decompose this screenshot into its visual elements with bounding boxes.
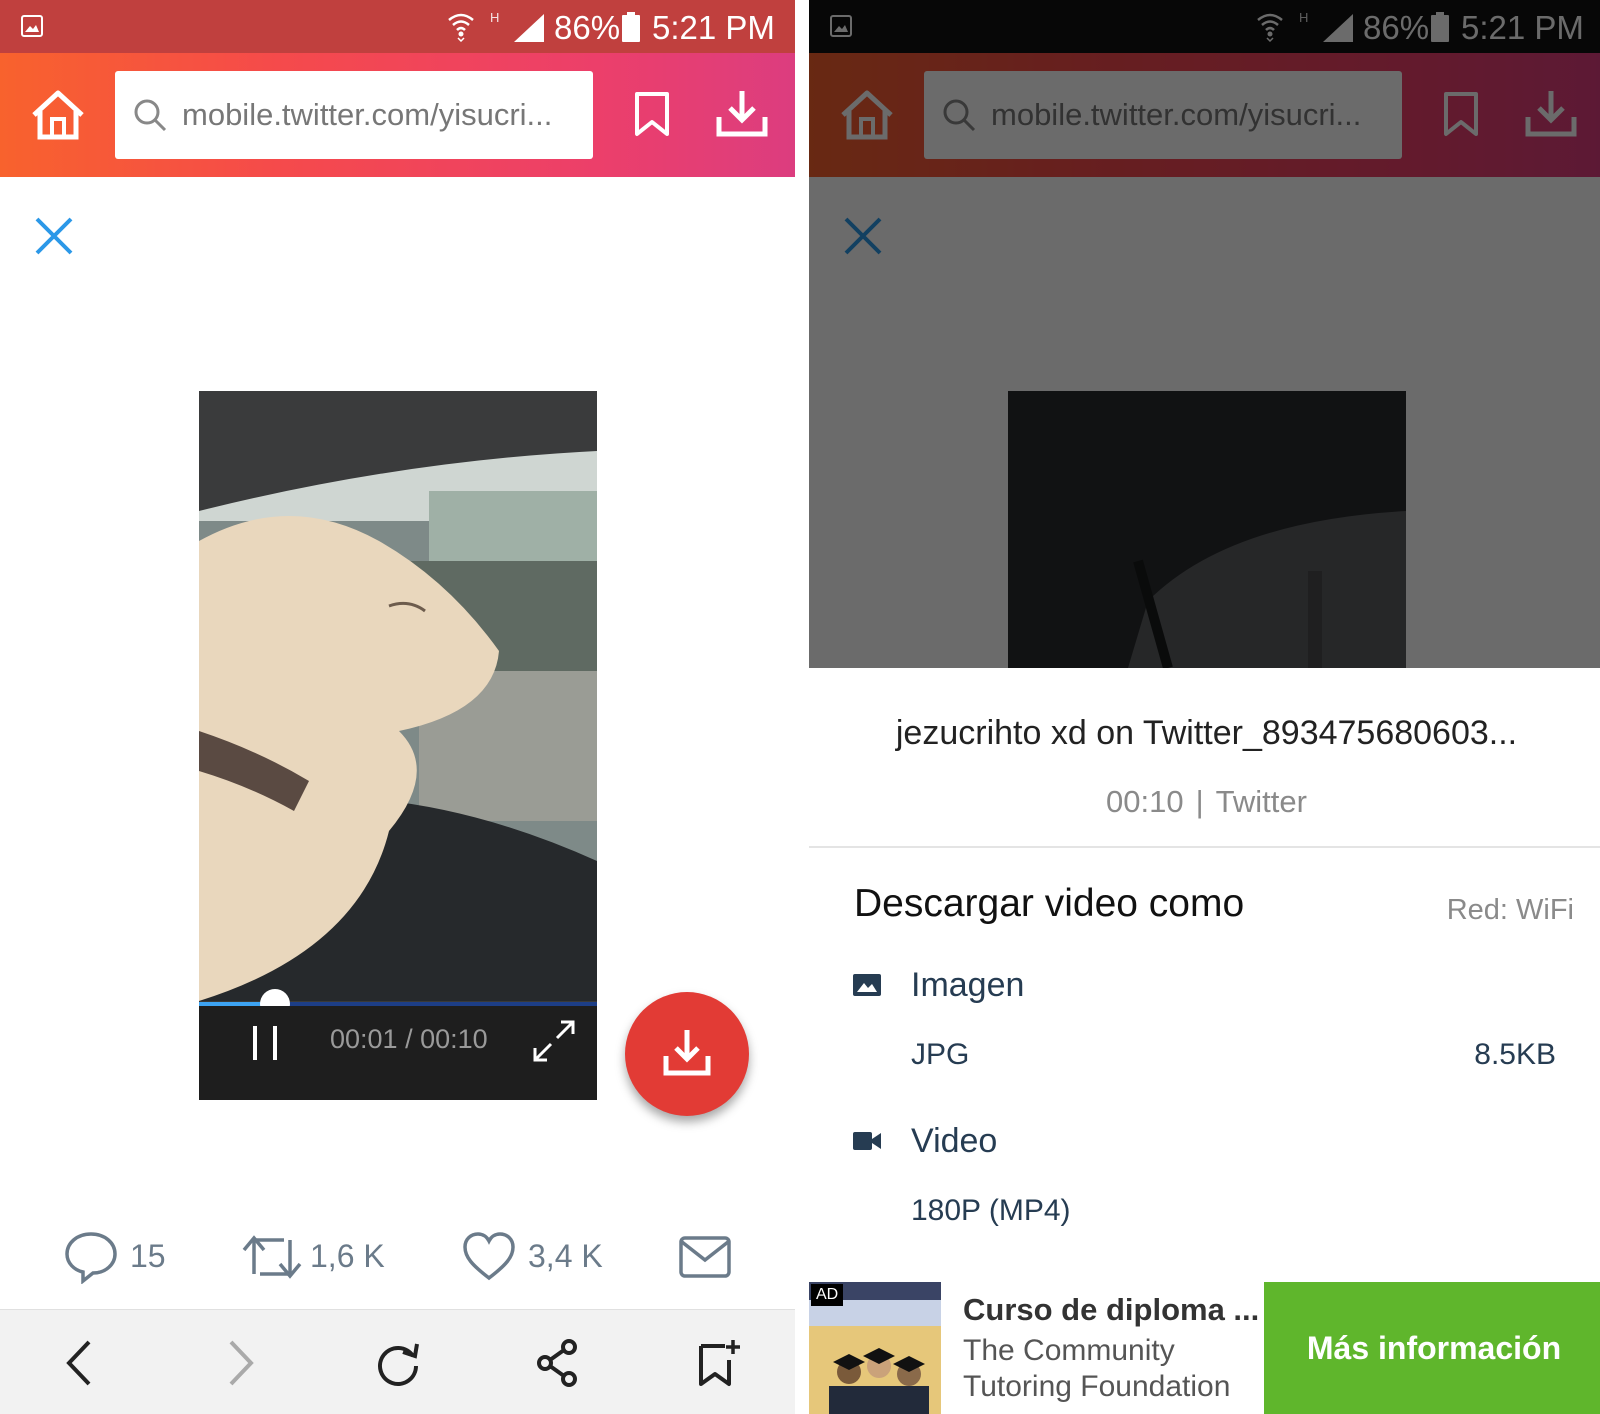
browser-bottom-nav (0, 1309, 795, 1414)
video-controls: 00:01 / 00:10 (199, 1006, 597, 1100)
section-title: Descargar video como (854, 882, 1245, 925)
ad-image[interactable]: AD (809, 1282, 941, 1414)
download-fab-button[interactable] (625, 992, 749, 1116)
download-icon[interactable] (716, 89, 768, 137)
file-duration: 00:10 (1106, 784, 1184, 819)
battery-icon (622, 12, 640, 42)
file-meta: 00:10 | Twitter (809, 784, 1600, 820)
download-sheet-screen: H 86% 5:21 PM mobile.twitter.com/yisucri… (809, 0, 1600, 1414)
tweet-actions: 15 1,6 K 3,4 K (0, 1222, 795, 1292)
like-button[interactable]: 3,4 K (462, 1222, 622, 1292)
status-bar: H 86% 5:21 PM (0, 0, 795, 53)
ad-advertiser-line2: Tutoring Foundation (963, 1370, 1231, 1403)
ad-advertiser-line1: The Community (963, 1334, 1175, 1367)
forward-icon[interactable] (215, 1338, 265, 1388)
network-status: Red: WiFi (1446, 894, 1574, 926)
close-icon[interactable] (34, 216, 74, 256)
browser-video-screen: H 86% 5:21 PM mobile.twitter.com/yisucri… (0, 0, 795, 1414)
address-bar[interactable]: mobile.twitter.com/yisucri... (115, 71, 593, 159)
reload-icon[interactable] (373, 1338, 423, 1388)
video-camera-icon (853, 1132, 881, 1150)
option-size: 8.5KB (1474, 1038, 1556, 1071)
divider (809, 846, 1600, 848)
like-count: 3,4 K (528, 1238, 603, 1274)
option-format: JPG (911, 1038, 970, 1071)
file-source: Twitter (1215, 784, 1307, 819)
video-player[interactable]: 00:01 / 00:10 (199, 391, 597, 1100)
network-type: H (490, 10, 500, 25)
add-bookmark-icon[interactable] (693, 1338, 743, 1388)
share-icon[interactable] (533, 1338, 583, 1388)
retweet-button[interactable]: 1,6 K (240, 1222, 400, 1292)
signal-icon (514, 14, 544, 42)
gallery-icon (21, 15, 43, 37)
ad-title: Curso de diploma ... (963, 1292, 1260, 1327)
fullscreen-icon[interactable] (533, 1020, 575, 1062)
battery-percent: 86% (554, 9, 621, 46)
clock: 5:21 PM (652, 9, 775, 46)
reply-count: 15 (130, 1238, 166, 1274)
back-icon[interactable] (55, 1338, 105, 1388)
video-frame (199, 391, 597, 1001)
search-icon (134, 99, 167, 132)
wifi-icon (448, 13, 474, 42)
image-icon (853, 974, 881, 996)
download-icon (663, 1030, 711, 1076)
mail-icon (679, 1236, 731, 1278)
video-timecode: 00:01 / 00:10 (330, 1024, 488, 1054)
option-label: Imagen (911, 966, 1025, 1004)
screenshot-divider (795, 0, 809, 1414)
retweet-icon (242, 1235, 302, 1279)
reply-button[interactable]: 15 (64, 1222, 174, 1292)
home-icon[interactable] (30, 89, 86, 141)
browser-toolbar: mobile.twitter.com/yisucri... (0, 53, 795, 177)
heart-icon (463, 1232, 515, 1281)
retweet-count: 1,6 K (310, 1238, 385, 1274)
bookmark-icon[interactable] (632, 91, 672, 137)
meta-separator: | (1195, 784, 1204, 819)
url-text: mobile.twitter.com/yisucri... (182, 97, 553, 132)
ad-banner[interactable]: AD Curso de diploma ... The Community Tu… (809, 1282, 1600, 1414)
dim-overlay[interactable] (809, 0, 1600, 668)
file-title: jezucrihto xd on Twitter_893475680603... (895, 714, 1518, 752)
ad-badge: AD (811, 1284, 844, 1306)
ad-cta-button[interactable]: Más información (1264, 1282, 1600, 1414)
message-button[interactable] (678, 1222, 734, 1292)
pause-icon[interactable] (251, 1026, 279, 1060)
option-label: Video (911, 1122, 998, 1160)
reply-icon (65, 1232, 117, 1284)
option-format: 180P (MP4) (911, 1194, 1071, 1227)
